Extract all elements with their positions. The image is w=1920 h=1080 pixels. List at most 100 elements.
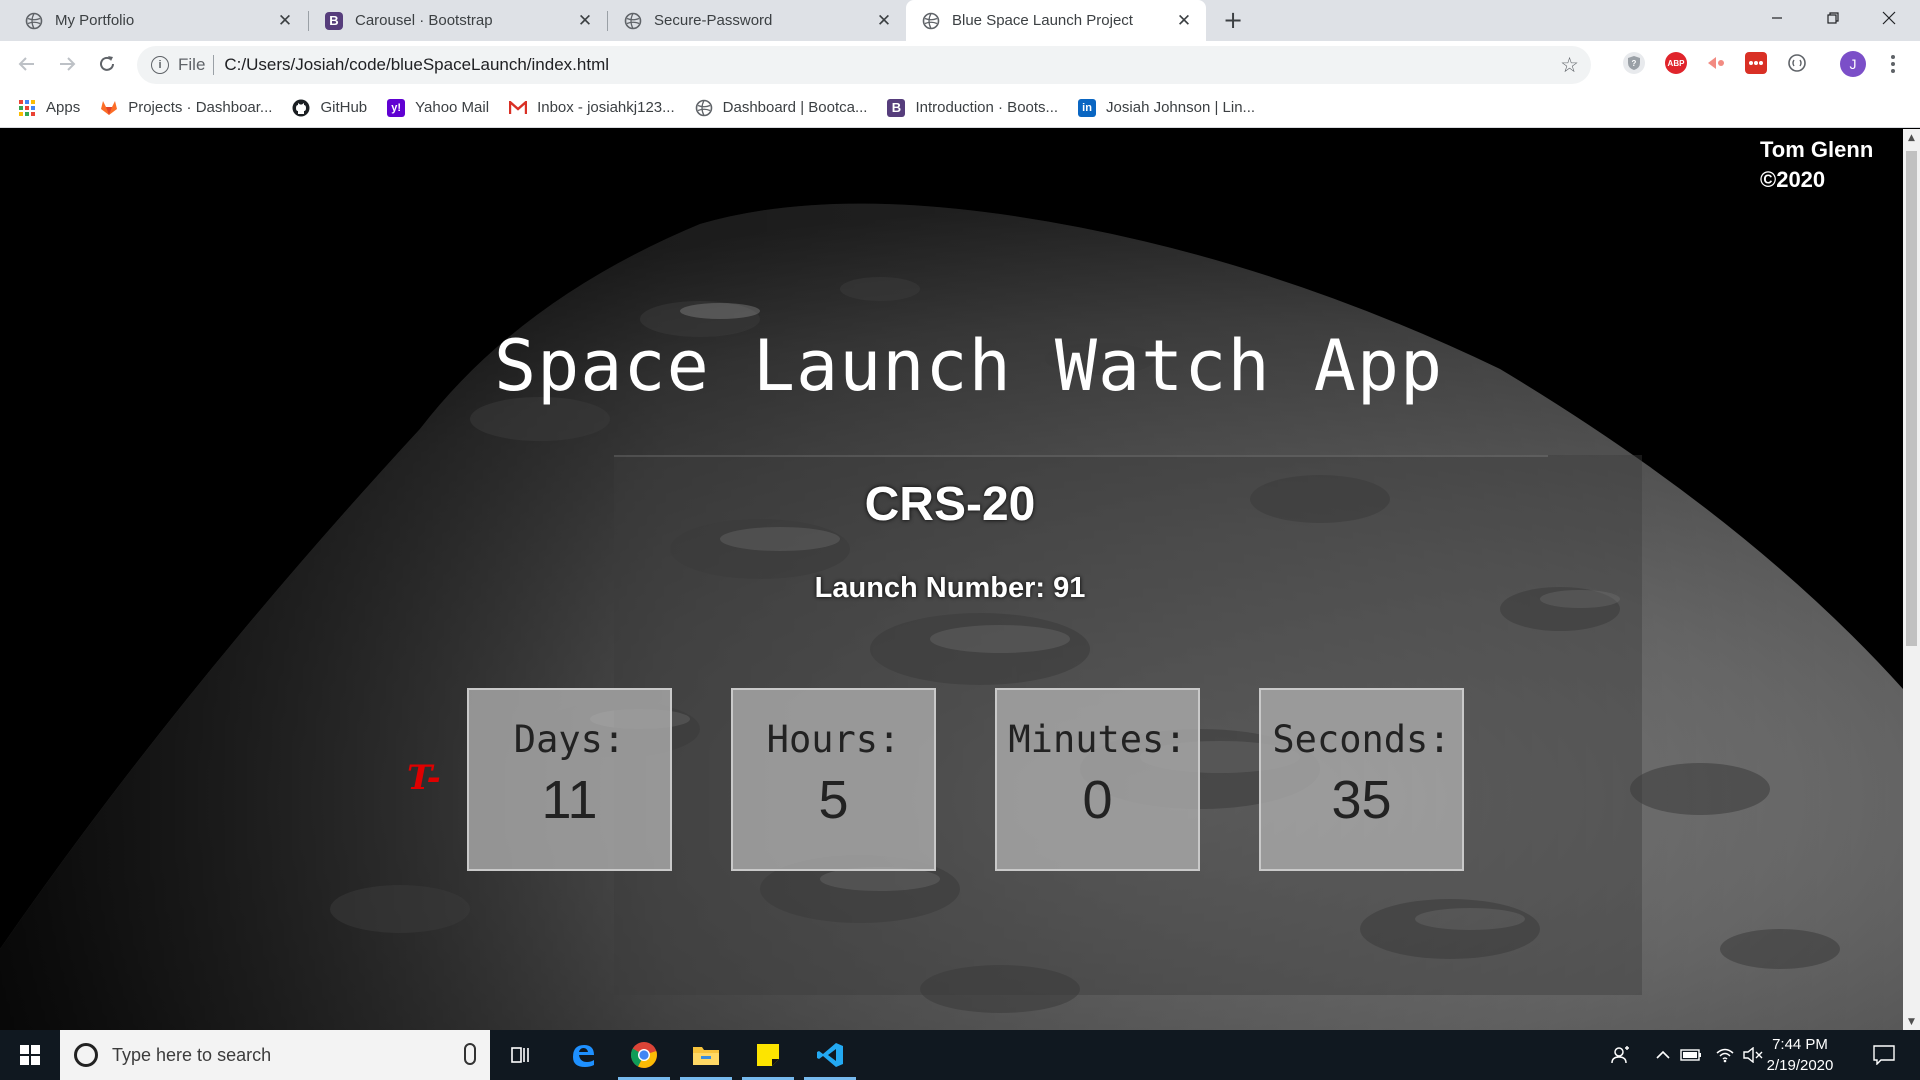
countdown-seconds: Seconds: 35 (1259, 688, 1464, 871)
globe-icon (624, 12, 642, 30)
folder-icon (693, 1047, 719, 1065)
mission-name: CRS-20 (864, 478, 1036, 531)
abp-label: ABP (1667, 58, 1685, 68)
bookmark-label: Inbox - josiahkj123... (537, 99, 675, 116)
restore-icon (1827, 12, 1839, 24)
forward-button[interactable] (51, 48, 83, 80)
close-window-button[interactable] (1861, 0, 1917, 36)
taskbar-sticky-notes[interactable] (738, 1030, 798, 1080)
countdown-minutes: Minutes: 0 (995, 688, 1200, 871)
gmail-icon (509, 99, 528, 117)
linkedin-icon: in (1078, 98, 1097, 117)
bookmark-gitlab-projects[interactable]: Projects · Dashboar... (100, 99, 272, 117)
launch-number: Launch Number: 91 (814, 572, 1086, 604)
windows-taskbar: Type here to search 7:44 PM 2/19/2020 (0, 1030, 1920, 1080)
taskbar-clock[interactable]: 7:44 PM 2/19/2020 (1760, 1034, 1840, 1076)
back-arrow-icon (18, 57, 34, 71)
bookmark-yahoo-mail[interactable]: y! Yahoo Mail (387, 98, 490, 117)
close-icon[interactable]: ✕ (1174, 11, 1194, 31)
more-menu-icon[interactable] (1886, 50, 1900, 78)
profile-initial: J (1849, 56, 1857, 72)
star-icon[interactable]: ☆ (1560, 53, 1579, 78)
bookmarks-bar: Apps Projects · Dashboar... GitHub y! Ya… (0, 88, 1920, 128)
tab-title: Carousel · Bootstrap (355, 12, 493, 29)
reload-button[interactable] (91, 48, 123, 80)
credit-name: Tom Glenn (1760, 137, 1874, 162)
bootstrap-icon: B (325, 11, 343, 30)
shield-extension-icon[interactable]: ? (1623, 52, 1645, 74)
chevron-up-icon[interactable] (1650, 1030, 1676, 1080)
people-icon[interactable] (1604, 1030, 1638, 1080)
countdown-label: Days: (513, 718, 626, 761)
countdown-value: 11 (541, 770, 598, 830)
page-title: Space Launch Watch App (494, 325, 1444, 407)
reload-icon (100, 56, 114, 71)
credit-year: ©2020 (1760, 167, 1826, 192)
bookmark-gmail-inbox[interactable]: Inbox - josiahkj123... (509, 99, 675, 117)
scroll-down-icon[interactable]: ▼ (1903, 1013, 1920, 1030)
edge-icon (573, 1045, 594, 1067)
gitlab-icon (100, 99, 118, 117)
close-icon[interactable]: ✕ (874, 11, 894, 31)
tab-carousel-bootstrap[interactable]: B Carousel · Bootstrap ✕ (309, 0, 607, 41)
omnibox-divider (213, 55, 215, 75)
microphone-icon[interactable] (464, 1043, 476, 1065)
countdown-value: 5 (818, 770, 849, 830)
close-icon[interactable]: ✕ (575, 11, 595, 31)
bookmark-github[interactable]: GitHub (292, 99, 367, 117)
bookmark-bootstrap-intro[interactable]: B Introduction · Boots... (887, 98, 1058, 117)
page-scrollbar[interactable]: ▲ ▼ (1903, 129, 1920, 1030)
countdown-label: Seconds: (1272, 718, 1451, 761)
adblock-extension-icon[interactable]: ABP (1665, 52, 1687, 74)
address-bar[interactable]: i File C:/Users/Josiah/code/blueSpaceLau… (137, 46, 1591, 84)
tab-title: My Portfolio (55, 12, 135, 29)
tab-title: Secure-Password (654, 12, 773, 29)
battery-icon[interactable] (1678, 1030, 1704, 1080)
taskbar-file-explorer[interactable] (676, 1030, 736, 1080)
task-view-icon (511, 1047, 529, 1063)
new-tab-button[interactable]: + (1219, 6, 1247, 34)
close-window-icon (1882, 11, 1896, 25)
tab-blue-space-launch[interactable]: Blue Space Launch Project ✕ (906, 0, 1206, 41)
bookmark-bootcamp-dashboard[interactable]: Dashboard | Bootca... (695, 99, 868, 117)
taskbar-chrome[interactable] (614, 1030, 674, 1080)
wifi-icon[interactable] (1712, 1030, 1738, 1080)
scrollbar-thumb[interactable] (1906, 151, 1917, 646)
bookmark-label: Yahoo Mail (415, 99, 490, 116)
countdown-days: Days: 11 (467, 688, 672, 871)
sticky-notes-icon (757, 1044, 779, 1066)
profile-avatar[interactable]: J (1840, 51, 1866, 77)
dots-extension-icon[interactable] (1745, 52, 1767, 74)
chrome-icon (630, 1042, 657, 1068)
tab-secure-password[interactable]: Secure-Password ✕ (608, 0, 906, 41)
apps-grid-icon (18, 99, 36, 117)
tab-title: Blue Space Launch Project (952, 12, 1133, 29)
countdown-label: Hours: (766, 718, 901, 761)
bookmark-linkedin[interactable]: in Josiah Johnson | Lin... (1078, 98, 1256, 117)
countdown-value: 0 (1082, 770, 1113, 830)
bookmark-apps[interactable]: Apps (18, 99, 80, 117)
bookmark-label: Josiah Johnson | Lin... (1106, 99, 1256, 116)
bookmark-label: GitHub (320, 99, 368, 116)
countdown-hours: Hours: 5 (731, 688, 936, 871)
notifications-icon[interactable] (1864, 1030, 1904, 1080)
info-icon[interactable]: i (151, 56, 169, 74)
back-button[interactable] (11, 48, 43, 80)
taskbar-vscode[interactable] (800, 1030, 860, 1080)
start-button[interactable] (0, 1030, 60, 1080)
taskbar-edge[interactable] (553, 1030, 613, 1080)
close-icon[interactable]: ✕ (275, 11, 295, 31)
cast-extension-icon[interactable] (1705, 52, 1727, 74)
tab-my-portfolio[interactable]: My Portfolio ✕ (0, 0, 307, 41)
url-text[interactable]: C:/Users/Josiah/code/blueSpaceLaunch/ind… (224, 55, 609, 75)
clock-time: 7:44 PM (1772, 1036, 1828, 1053)
bookmark-label: Projects · Dashboar... (128, 99, 273, 116)
restore-button[interactable] (1805, 0, 1861, 36)
circle-extension-icon[interactable] (1786, 52, 1808, 74)
minimize-button[interactable] (1749, 0, 1805, 36)
task-view-button[interactable] (490, 1030, 550, 1080)
taskbar-search-input[interactable]: Type here to search (60, 1030, 490, 1080)
scroll-up-icon[interactable]: ▲ (1903, 129, 1920, 146)
countdown-label: Minutes: (1008, 718, 1187, 761)
bookmark-label: Dashboard | Bootca... (722, 99, 868, 116)
